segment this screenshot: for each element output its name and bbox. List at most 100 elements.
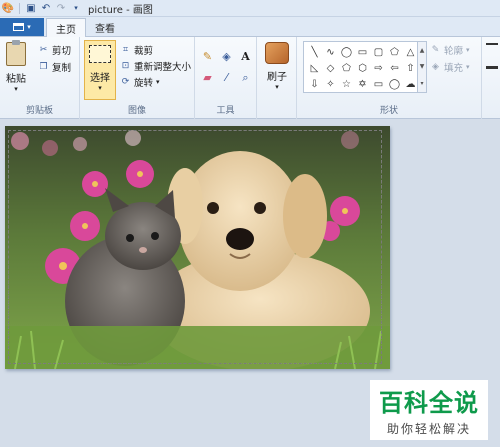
rotate-label: 旋转: [134, 78, 154, 89]
crop-button[interactable]: ⌗ 裁剪: [120, 43, 153, 57]
brushes-label: 刷子: [267, 72, 287, 83]
watermark-logo: 百科全说 助你轻松解决: [370, 380, 488, 440]
outline-icon: ✎: [431, 45, 440, 55]
watermark-sub-text: 助你轻松解决: [386, 422, 471, 436]
outline-button[interactable]: ✎ 轮廓 ▾: [430, 43, 470, 57]
selection-marquee[interactable]: [8, 130, 382, 364]
image-group: 选择 ▾ ⌗ 裁剪 ⊡ 重新调整大小 ⟳ 旋转 ▾ 图像: [80, 37, 195, 119]
tab-view[interactable]: 查看: [86, 18, 124, 37]
down-arrow-shape-icon[interactable]: ⇩: [307, 76, 322, 92]
right-arrow-shape-icon[interactable]: ⇨: [371, 60, 386, 76]
size-group-partial: [482, 37, 500, 119]
line-shape-icon[interactable]: ╲: [307, 44, 322, 60]
rotate-button[interactable]: ⟳ 旋转 ▾: [120, 75, 160, 89]
rounded-rectangle-shape-icon[interactable]: ▢: [371, 44, 386, 60]
brush-icon: [265, 42, 289, 64]
brushes-group: 刷子 ▾: [257, 37, 297, 119]
chevron-down-icon: ▾: [27, 23, 31, 31]
tab-home[interactable]: 主页: [46, 18, 86, 37]
tools-grid: ✎ ◈ A ▰ ⁄ ⌕: [200, 49, 253, 87]
chevron-down-icon: ▾: [466, 46, 470, 54]
image-group-label: 图像: [127, 106, 146, 116]
curve-shape-icon[interactable]: ∿: [323, 44, 338, 60]
scroll-down-icon[interactable]: ▼: [420, 63, 425, 70]
oval-shape-icon[interactable]: ◯: [339, 44, 354, 60]
crop-label: 裁剪: [134, 46, 154, 57]
fill-label: 填充: [444, 63, 464, 74]
six-point-star-shape-icon[interactable]: ✡: [355, 76, 370, 92]
resize-icon: ⊡: [121, 61, 130, 71]
undo-icon[interactable]: ↶: [40, 2, 52, 14]
customize-dropdown-icon[interactable]: ▾: [70, 2, 82, 14]
copy-button[interactable]: ❐ 复制: [38, 60, 71, 74]
left-arrow-shape-icon[interactable]: ⇦: [387, 60, 402, 76]
cut-button[interactable]: ✂ 剪切: [38, 43, 71, 57]
scissors-icon: ✂: [39, 45, 48, 55]
select-button[interactable]: 选择 ▾: [84, 40, 116, 100]
file-menu-icon: [13, 23, 25, 31]
redo-icon[interactable]: ↷: [55, 2, 67, 14]
save-icon[interactable]: ▣: [25, 2, 37, 14]
shapes-group-label: 形状: [379, 106, 398, 116]
fill-button[interactable]: ◈ 填充 ▾: [430, 60, 470, 74]
drawing-canvas[interactable]: [5, 126, 390, 369]
paste-label: 粘贴: [6, 74, 26, 85]
chevron-down-icon: ▾: [466, 63, 470, 71]
rectangle-shape-icon[interactable]: ▭: [355, 44, 370, 60]
watermark-main-text: 百科全说: [379, 389, 479, 417]
hexagon-shape-icon[interactable]: ⬡: [355, 60, 370, 76]
clipboard-icon: [6, 40, 26, 66]
chevron-down-icon: ▾: [275, 83, 279, 91]
title-bar: 🎨 ▣ ↶ ↷ ▾ picture - 画图: [0, 0, 500, 17]
chevron-down-icon: ▾: [14, 85, 18, 93]
shapes-gallery: ╲ ∿ ◯ ▭ ▢ ⬠ △ ◺ ◇ ⬠ ⬡ ⇨ ⇦ ⇧ ⇩ ✧ ☆ ✡ ▭ ◯ …: [303, 41, 418, 93]
crop-icon: ⌗: [122, 45, 129, 55]
fill-icon: ◈: [432, 62, 439, 72]
pencil-icon[interactable]: ✎: [200, 49, 215, 64]
shapes-group: ╲ ∿ ◯ ▭ ▢ ⬠ △ ◺ ◇ ⬠ ⬡ ⇨ ⇦ ⇧ ⇩ ✧ ☆ ✡ ▭ ◯ …: [297, 37, 482, 119]
quick-access-toolbar: 🎨 ▣ ↶ ↷ ▾: [0, 2, 82, 14]
paste-button[interactable]: 粘贴 ▾: [6, 40, 26, 93]
window-title: picture - 画图: [88, 4, 153, 16]
clipboard-group: 粘贴 ▾ ✂ 剪切 ❐ 复制 剪贴板: [0, 37, 80, 119]
triangle-shape-icon[interactable]: △: [403, 44, 418, 60]
tools-group: ✎ ◈ A ▰ ⁄ ⌕ 工具: [195, 37, 257, 119]
file-menu-button[interactable]: ▾: [0, 18, 44, 36]
copy-icon: ❐: [39, 62, 48, 72]
rotate-icon: ⟳: [121, 77, 130, 87]
select-rectangle-icon: [89, 45, 111, 63]
ribbon-tabs: ▾ 主页 查看: [0, 17, 500, 37]
gallery-expand-icon[interactable]: ▾: [420, 80, 423, 87]
five-point-star-shape-icon[interactable]: ☆: [339, 76, 354, 92]
chevron-down-icon: ▾: [156, 78, 160, 86]
magnifier-icon[interactable]: ⌕: [238, 70, 253, 85]
up-arrow-shape-icon[interactable]: ⇧: [403, 60, 418, 76]
ribbon: 粘贴 ▾ ✂ 剪切 ❐ 复制 剪贴板 选择 ▾ ⌗ 裁剪 ⊡ 重新调整大小 ⟳ …: [0, 37, 500, 119]
copy-label: 复制: [52, 63, 72, 74]
color-picker-icon[interactable]: ⁄: [219, 70, 234, 85]
polygon-shape-icon[interactable]: ⬠: [387, 44, 402, 60]
clipboard-group-label: 剪贴板: [25, 106, 53, 116]
scroll-up-icon[interactable]: ▲: [420, 47, 425, 54]
pentagon-shape-icon[interactable]: ⬠: [339, 60, 354, 76]
fill-bucket-icon[interactable]: ◈: [219, 49, 234, 64]
resize-label: 重新调整大小: [134, 62, 192, 73]
callout-rect-shape-icon[interactable]: ▭: [371, 76, 386, 92]
paint-app-icon[interactable]: 🎨: [2, 2, 14, 14]
brushes-button[interactable]: 刷子 ▾: [265, 42, 289, 91]
chevron-down-icon: ▾: [98, 84, 102, 92]
text-icon[interactable]: A: [238, 49, 253, 64]
divider: [19, 2, 20, 14]
diamond-shape-icon[interactable]: ◇: [323, 60, 338, 76]
cut-label: 剪切: [52, 46, 72, 57]
resize-button[interactable]: ⊡ 重新调整大小: [120, 59, 191, 73]
size-icon[interactable]: [486, 43, 498, 69]
eraser-icon[interactable]: ▰: [200, 70, 215, 85]
tools-group-label: 工具: [216, 106, 235, 116]
cloud-callout-shape-icon[interactable]: ☁: [403, 76, 418, 92]
shapes-scrollbar[interactable]: ▲ ▼ ▾: [418, 41, 427, 93]
callout-oval-shape-icon[interactable]: ◯: [387, 76, 402, 92]
right-triangle-shape-icon[interactable]: ◺: [307, 60, 322, 76]
outline-label: 轮廓: [444, 46, 464, 57]
four-point-star-shape-icon[interactable]: ✧: [323, 76, 338, 92]
